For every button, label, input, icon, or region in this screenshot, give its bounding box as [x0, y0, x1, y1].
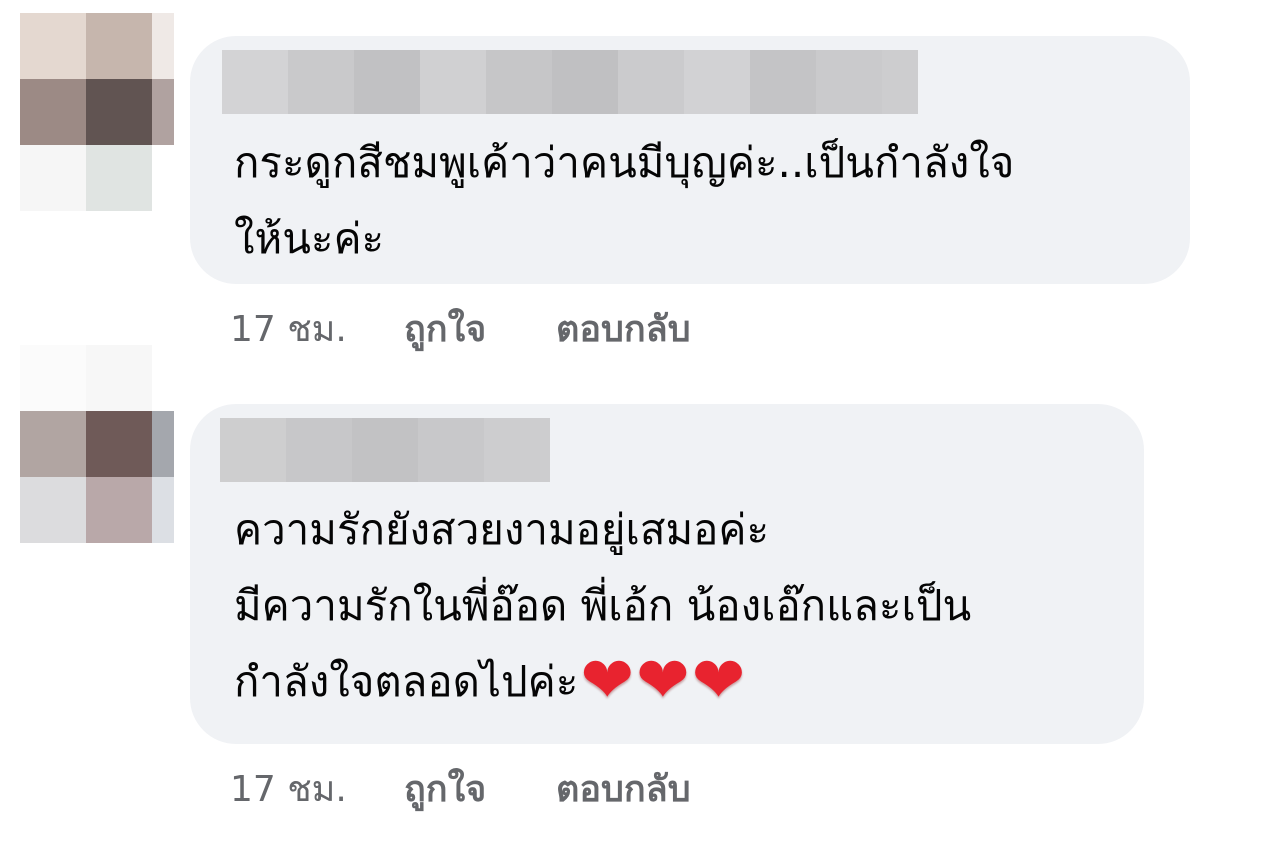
comment-actions: 17 ชม. ถูกใจ ตอบกลับ: [230, 300, 790, 360]
comment-timestamp[interactable]: 17 ชม.: [230, 760, 347, 820]
red-heart-icon: ❤: [691, 644, 746, 718]
comment-timestamp[interactable]: 17 ชม.: [230, 300, 347, 360]
comment-text: กระดูกสีชมพูเค้าว่าคนมีบุญค่ะ..เป็นกำลัง…: [234, 125, 1014, 277]
like-button[interactable]: ถูกใจ: [404, 300, 486, 360]
red-heart-icon: ❤: [635, 644, 690, 718]
reply-button[interactable]: ตอบกลับ: [556, 760, 691, 820]
like-button[interactable]: ถูกใจ: [404, 760, 486, 820]
heart-emojis: ❤❤❤: [578, 644, 745, 720]
comment-line: กระดูกสีชมพูเค้าว่าคนมีบุญค่ะ..เป็นกำลัง…: [234, 138, 1015, 187]
commenter-name-blurred[interactable]: [220, 418, 550, 482]
comment-text: ความรักยังสวยงามอยู่เสมอค่ะ มีความรักในพ…: [234, 492, 971, 720]
comment-line: ให้นะค่ะ: [234, 214, 385, 263]
comment-line: มีความรักในพี่อ๊อด พี่เอ้ก น้องเอ๊กและเป…: [234, 581, 972, 630]
reply-button[interactable]: ตอบกลับ: [556, 300, 691, 360]
commenter-name-blurred[interactable]: [222, 50, 918, 114]
red-heart-icon: ❤: [580, 644, 634, 718]
comment-line: ความรักยังสวยงามอยู่เสมอค่ะ: [234, 505, 770, 554]
avatar-blurred[interactable]: [20, 345, 174, 543]
comment-line: กำลังใจตลอดไปค่ะ: [234, 657, 579, 706]
avatar-blurred[interactable]: [20, 13, 174, 211]
comment-actions: 17 ชม. ถูกใจ ตอบกลับ: [230, 760, 790, 820]
